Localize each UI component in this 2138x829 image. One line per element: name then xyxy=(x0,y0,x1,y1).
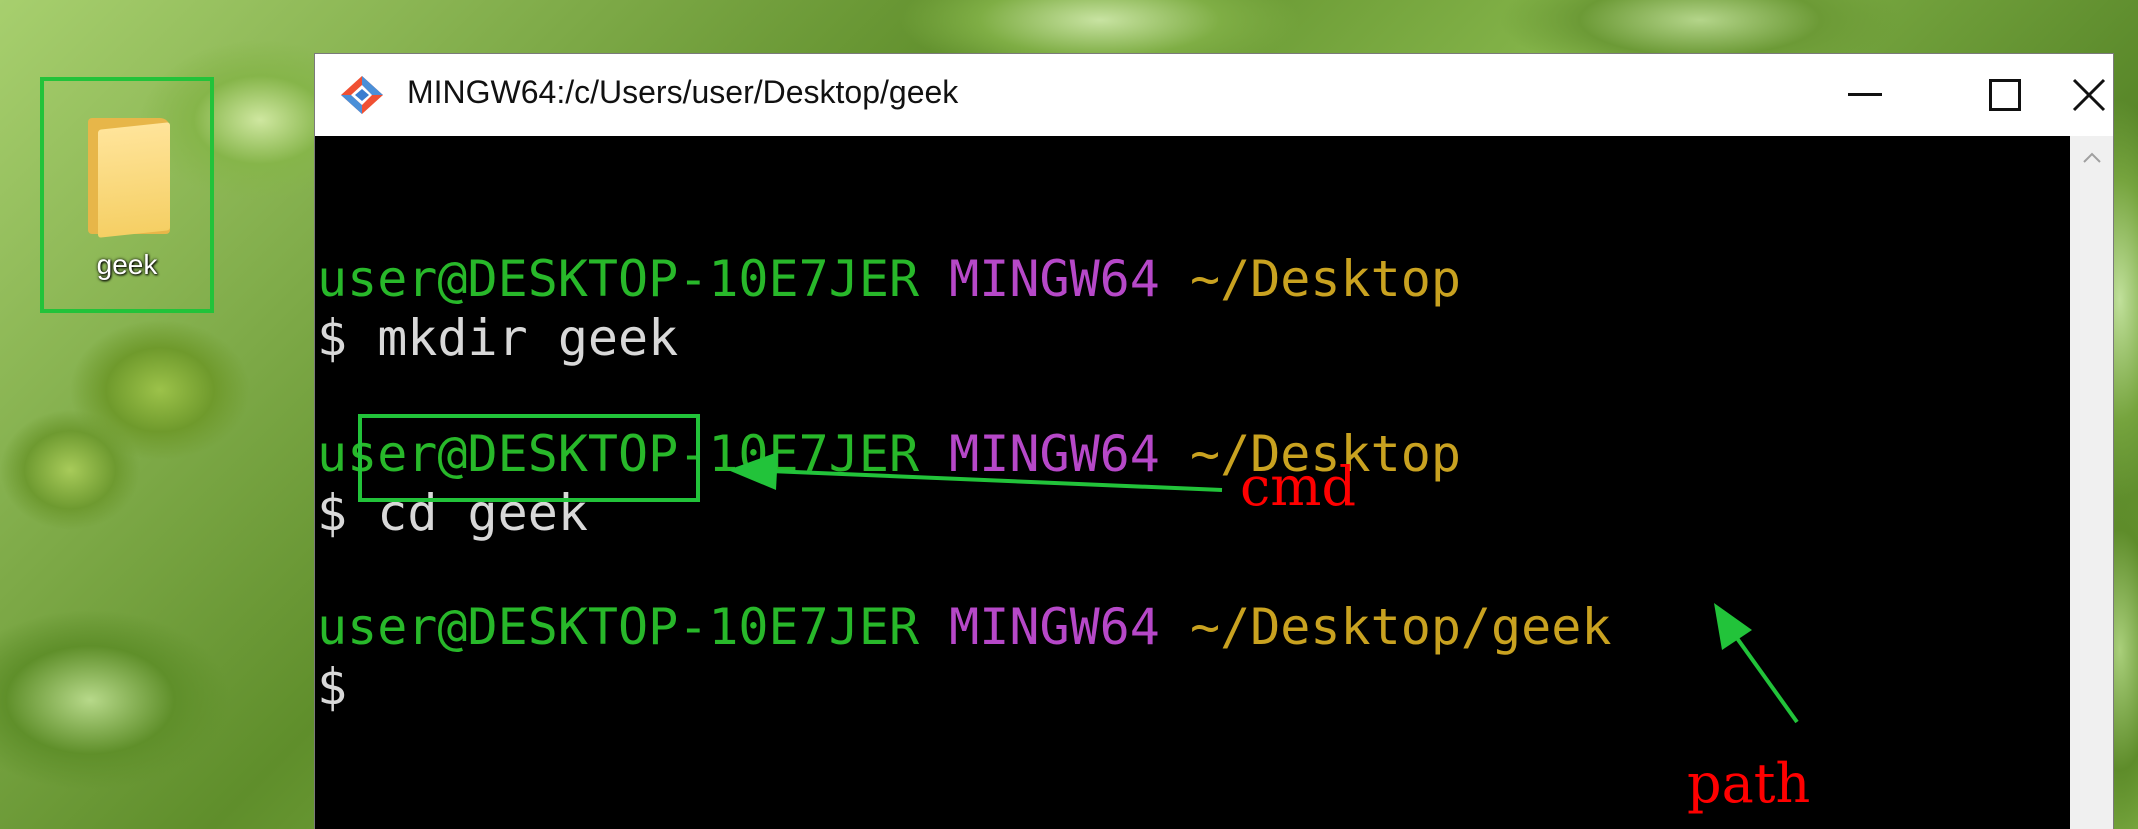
vertical-scrollbar[interactable] xyxy=(2070,136,2113,829)
minimize-icon xyxy=(1848,93,1882,96)
prompt-env: MINGW64 xyxy=(949,598,1160,656)
title-bar[interactable]: MINGW64:/c/Users/user/Desktop/geek xyxy=(315,54,2113,136)
cmd-annotation-label: cmd xyxy=(1240,455,1357,518)
folder-icon xyxy=(88,118,170,238)
prompt-line-3: user@DESKTOP-10E7JER MINGW64 ~/Desktop/g… xyxy=(317,598,1611,656)
command-highlight-box xyxy=(358,414,700,502)
prompt-env: MINGW64 xyxy=(949,250,1160,308)
prompt-env: MINGW64 xyxy=(949,425,1160,483)
prompt-symbol: $ xyxy=(317,484,348,542)
prompt-line-1: user@DESKTOP-10E7JER MINGW64 ~/Desktop xyxy=(317,250,1461,308)
git-app-icon xyxy=(341,76,383,114)
path-annotation-label: path xyxy=(1687,752,1811,815)
scroll-up-arrow-icon[interactable] xyxy=(2082,150,2102,164)
prompt-path: ~/Desktop xyxy=(1190,250,1461,308)
window-title: MINGW64:/c/Users/user/Desktop/geek xyxy=(407,74,959,110)
prompt-user: user@DESKTOP-10E7JER xyxy=(317,250,920,308)
maximize-icon xyxy=(1989,79,2021,111)
desktop-folder-geek[interactable]: geek xyxy=(40,77,214,313)
close-icon xyxy=(2072,78,2106,112)
maximize-button[interactable] xyxy=(1935,54,2075,136)
command-line-1: $ mkdir geek xyxy=(317,309,679,367)
command-line-3: $ xyxy=(317,658,348,716)
close-button[interactable] xyxy=(2072,54,2113,136)
folder-label: geek xyxy=(96,249,158,280)
minimize-button[interactable] xyxy=(1795,54,1935,136)
prompt-user: user@DESKTOP-10E7JER xyxy=(317,598,920,656)
prompt-path: ~/Desktop/geek xyxy=(1190,598,1612,656)
